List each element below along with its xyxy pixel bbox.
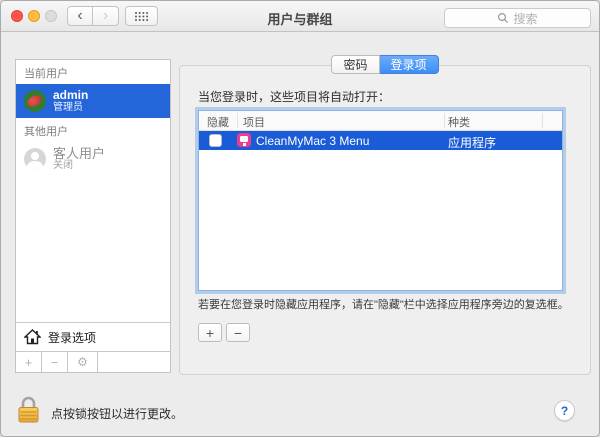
current-user-header: 当前用户 xyxy=(24,68,68,80)
lock-icon xyxy=(18,396,39,423)
help-button[interactable]: ? xyxy=(554,400,575,421)
titlebar: ‹ › 用户与群组 搜索 xyxy=(1,1,599,32)
search-placeholder: 搜索 xyxy=(513,11,538,26)
tab-login-items[interactable]: 登录项 xyxy=(379,55,439,74)
other-users-header: 其他用户 xyxy=(24,126,68,138)
search-input[interactable]: 搜索 xyxy=(444,8,591,28)
lock-button[interactable] xyxy=(17,395,40,430)
login-item-name: CleanMyMac 3 Menu xyxy=(256,134,370,148)
admin-role: 管理员 xyxy=(53,102,83,113)
login-options-label: 登录选项 xyxy=(48,330,97,345)
sidebar-item-admin[interactable]: admin 管理员 xyxy=(16,84,170,118)
gear-icon[interactable]: ⚙ xyxy=(68,352,98,372)
tab-password[interactable]: 密码 xyxy=(331,55,380,74)
lock-hint-text: 点按锁按钮以进行更改。 xyxy=(51,407,184,421)
users-groups-window: ‹ › 用户与群组 搜索 当前用户 admin 管理员 其他用户 客人用户 关闭… xyxy=(0,0,600,437)
guest-name: 客人用户 xyxy=(53,146,106,161)
house-icon xyxy=(24,329,41,345)
login-items-intro-text: 当您登录时，这些项目将自动打开： xyxy=(198,90,391,104)
tab-bar: 密码 登录项 xyxy=(179,55,591,74)
guest-status: 关闭 xyxy=(53,160,73,171)
hide-checkbox[interactable] xyxy=(209,134,222,147)
table-row[interactable]: CleanMyMac 3 Menu 应用程序 xyxy=(199,131,562,150)
remove-user-button[interactable]: − xyxy=(42,352,68,372)
search-icon xyxy=(498,12,509,24)
sidebar-item-guest[interactable]: 客人用户 关闭 xyxy=(16,142,170,176)
item-edit-buttons: + − xyxy=(198,323,250,342)
remove-login-item-button[interactable]: − xyxy=(226,323,250,342)
toolbar-filler xyxy=(98,352,170,372)
column-header-item[interactable]: 项目 xyxy=(243,114,265,130)
add-login-item-button[interactable]: + xyxy=(198,323,222,342)
add-user-button[interactable]: + xyxy=(16,352,42,372)
login-item-kind: 应用程序 xyxy=(448,136,497,150)
column-divider xyxy=(237,113,238,128)
hide-hint-text: 若要在您登录时隐藏应用程序，请在"隐藏"栏中选择应用程序旁边的复选框。 xyxy=(198,299,569,311)
guest-avatar xyxy=(24,148,46,170)
column-header-hide[interactable]: 隐藏 xyxy=(207,114,229,130)
sidebar-item-login-options[interactable]: 登录选项 xyxy=(16,322,170,351)
admin-avatar xyxy=(24,90,46,112)
column-divider xyxy=(444,113,445,128)
table-header: 隐藏 项目 种类 xyxy=(199,111,562,131)
login-items-table: 隐藏 项目 种类 CleanMyMac 3 Menu 应用程序 xyxy=(198,110,563,291)
user-list-sidebar: 当前用户 admin 管理员 其他用户 客人用户 关闭 登录选项 + − ⚙ xyxy=(15,59,171,373)
cleanmymac-icon xyxy=(237,133,251,147)
column-divider xyxy=(542,113,543,128)
admin-name: admin xyxy=(53,88,89,102)
column-header-kind[interactable]: 种类 xyxy=(448,114,470,130)
sidebar-toolbar: + − ⚙ xyxy=(16,351,170,372)
